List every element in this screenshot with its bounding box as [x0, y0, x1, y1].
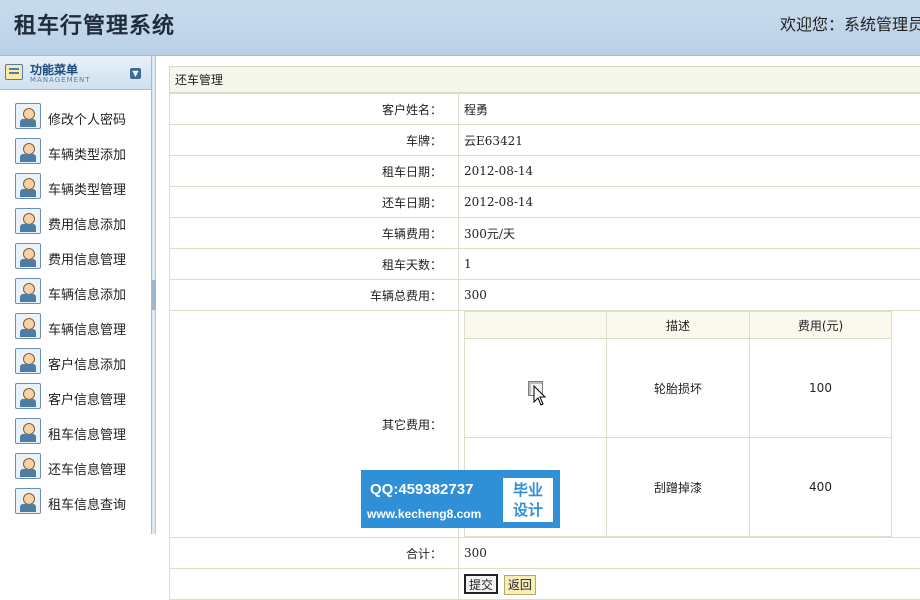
customer-name-label: 客户姓名： — [170, 94, 459, 125]
sidebar-item-label: 车辆类型管理 — [48, 179, 126, 198]
watermark-badge-line1: 毕业 — [503, 480, 553, 500]
user-icon — [15, 208, 41, 234]
form-row: 客户姓名： 程勇 — [170, 94, 920, 125]
rent-date-value: 2012-08-14 — [459, 156, 920, 187]
user-icon — [15, 138, 41, 164]
rent-date-label: 租车日期： — [170, 156, 459, 187]
user-icon — [15, 453, 41, 479]
table-row: 轮胎损坏 100 — [465, 339, 892, 438]
plate-label: 车牌： — [170, 125, 459, 156]
user-icon — [15, 278, 41, 304]
form-row: 租车日期： 2012-08-14 — [170, 156, 920, 187]
user-icon — [15, 348, 41, 374]
return-date-label: 还车日期： — [170, 187, 459, 218]
form-row: 车牌： 云E63421 — [170, 125, 920, 156]
mouse-cursor-icon — [533, 385, 547, 407]
sidebar-item-label: 客户信息管理 — [48, 389, 126, 408]
sidebar-item-manage-fee[interactable]: 费用信息管理 — [0, 240, 151, 275]
sidebar-item-label: 客户信息添加 — [48, 354, 126, 373]
fee-amount: 100 — [750, 339, 892, 438]
user-icon — [15, 383, 41, 409]
form-row: 合计： 300 — [170, 538, 920, 569]
sidebar-item-add-vehicle[interactable]: 车辆信息添加 — [0, 275, 151, 310]
watermark-qq: QQ:459382737 — [370, 481, 473, 498]
form-row: 车辆费用： 300元/天 — [170, 218, 920, 249]
sidebar-item-label: 费用信息管理 — [48, 249, 126, 268]
fee-label: 车辆费用： — [170, 218, 459, 249]
sidebar-item-add-vehicle-type[interactable]: 车辆类型添加 — [0, 135, 151, 170]
watermark-badge-line2: 设计 — [503, 500, 553, 520]
sidebar-item-label: 租车信息管理 — [48, 424, 126, 443]
sidebar-item-manage-vehicle[interactable]: 车辆信息管理 — [0, 310, 151, 345]
user-icon — [15, 243, 41, 269]
sidebar-item-label: 修改个人密码 — [48, 109, 126, 128]
form-row: 提交 返回 — [170, 569, 920, 600]
sidebar-item-label: 费用信息添加 — [48, 214, 126, 233]
sidebar-item-change-password[interactable]: 修改个人密码 — [0, 100, 151, 135]
sidebar-item-label: 车辆信息添加 — [48, 284, 126, 303]
submit-button[interactable]: 提交 — [464, 574, 498, 594]
sidebar-item-manage-rental[interactable]: 租车信息管理 — [0, 415, 151, 450]
fee-amount: 400 — [750, 438, 892, 537]
sidebar-item-manage-vehicle-type[interactable]: 车辆类型管理 — [0, 170, 151, 205]
buttons-label-cell — [170, 569, 459, 600]
sum-label: 合计： — [170, 538, 459, 569]
user-icon — [15, 103, 41, 129]
user-icon — [15, 418, 41, 444]
splitter-grip[interactable] — [152, 280, 156, 310]
sidebar-item-add-customer[interactable]: 客户信息添加 — [0, 345, 151, 380]
sum-value: 300 — [459, 538, 920, 569]
fees-header-amount: 费用(元) — [750, 312, 892, 339]
sidebar-subtitle: MANAGEMENT — [30, 76, 91, 84]
total-fee-value: 300 — [459, 280, 920, 311]
back-button[interactable]: 返回 — [504, 575, 536, 595]
fees-header-select — [465, 312, 607, 339]
watermark-banner: QQ:459382737 www.kecheng8.com 毕业 设计 — [361, 470, 560, 528]
sidebar-item-label: 租车信息查询 — [48, 494, 126, 513]
form-row: 租车天数： 1 — [170, 249, 920, 280]
sidebar-item-label: 车辆类型添加 — [48, 144, 126, 163]
total-fee-label: 车辆总费用： — [170, 280, 459, 311]
fee-desc: 刮蹭掉漆 — [607, 438, 750, 537]
watermark-url: www.kecheng8.com — [367, 507, 481, 521]
sidebar-splitter[interactable] — [152, 56, 156, 534]
days-value: 1 — [459, 249, 920, 280]
user-icon — [15, 173, 41, 199]
watermark-badge: 毕业 设计 — [503, 478, 553, 522]
form-row: 车辆总费用： 300 — [170, 280, 920, 311]
sidebar-item-manage-return[interactable]: 还车信息管理 — [0, 450, 151, 485]
menu-icon — [5, 64, 23, 80]
sidebar-item-add-fee[interactable]: 费用信息添加 — [0, 205, 151, 240]
days-label: 租车天数： — [170, 249, 459, 280]
collapse-icon[interactable]: ▼ — [130, 68, 141, 79]
sidebar-menu: 修改个人密码 车辆类型添加 车辆类型管理 费用信息添加 费用信息管理 车辆信息添… — [0, 90, 151, 520]
plate-value: 云E63421 — [459, 125, 920, 156]
sidebar-item-label: 还车信息管理 — [48, 459, 126, 478]
sidebar-item-manage-customer[interactable]: 客户信息管理 — [0, 380, 151, 415]
fees-header-row: 描述 费用(元) — [465, 312, 892, 339]
welcome-text: 欢迎您：系统管理员 — [780, 11, 920, 35]
page-title: 还车管理 — [169, 66, 920, 93]
fee-desc: 轮胎损坏 — [607, 339, 750, 438]
fee-value: 300元/天 — [459, 218, 920, 249]
sidebar-item-label: 车辆信息管理 — [48, 319, 126, 338]
sidebar-header: 功能菜单 MANAGEMENT ▼ — [0, 56, 151, 90]
sidebar: 功能菜单 MANAGEMENT ▼ 修改个人密码 车辆类型添加 车辆类型管理 费… — [0, 56, 152, 534]
sidebar-item-query-rental[interactable]: 租车信息查询 — [0, 485, 151, 520]
return-date-value: 2012-08-14 — [459, 187, 920, 218]
buttons-cell: 提交 返回 — [459, 569, 920, 600]
form-row: 还车日期： 2012-08-14 — [170, 187, 920, 218]
user-icon — [15, 313, 41, 339]
app-title: 租车行管理系统 — [14, 8, 175, 40]
customer-name-value: 程勇 — [459, 94, 920, 125]
header-bar: 租车行管理系统 欢迎您：系统管理员 — [0, 0, 920, 56]
user-icon — [15, 488, 41, 514]
fees-header-desc: 描述 — [607, 312, 750, 339]
